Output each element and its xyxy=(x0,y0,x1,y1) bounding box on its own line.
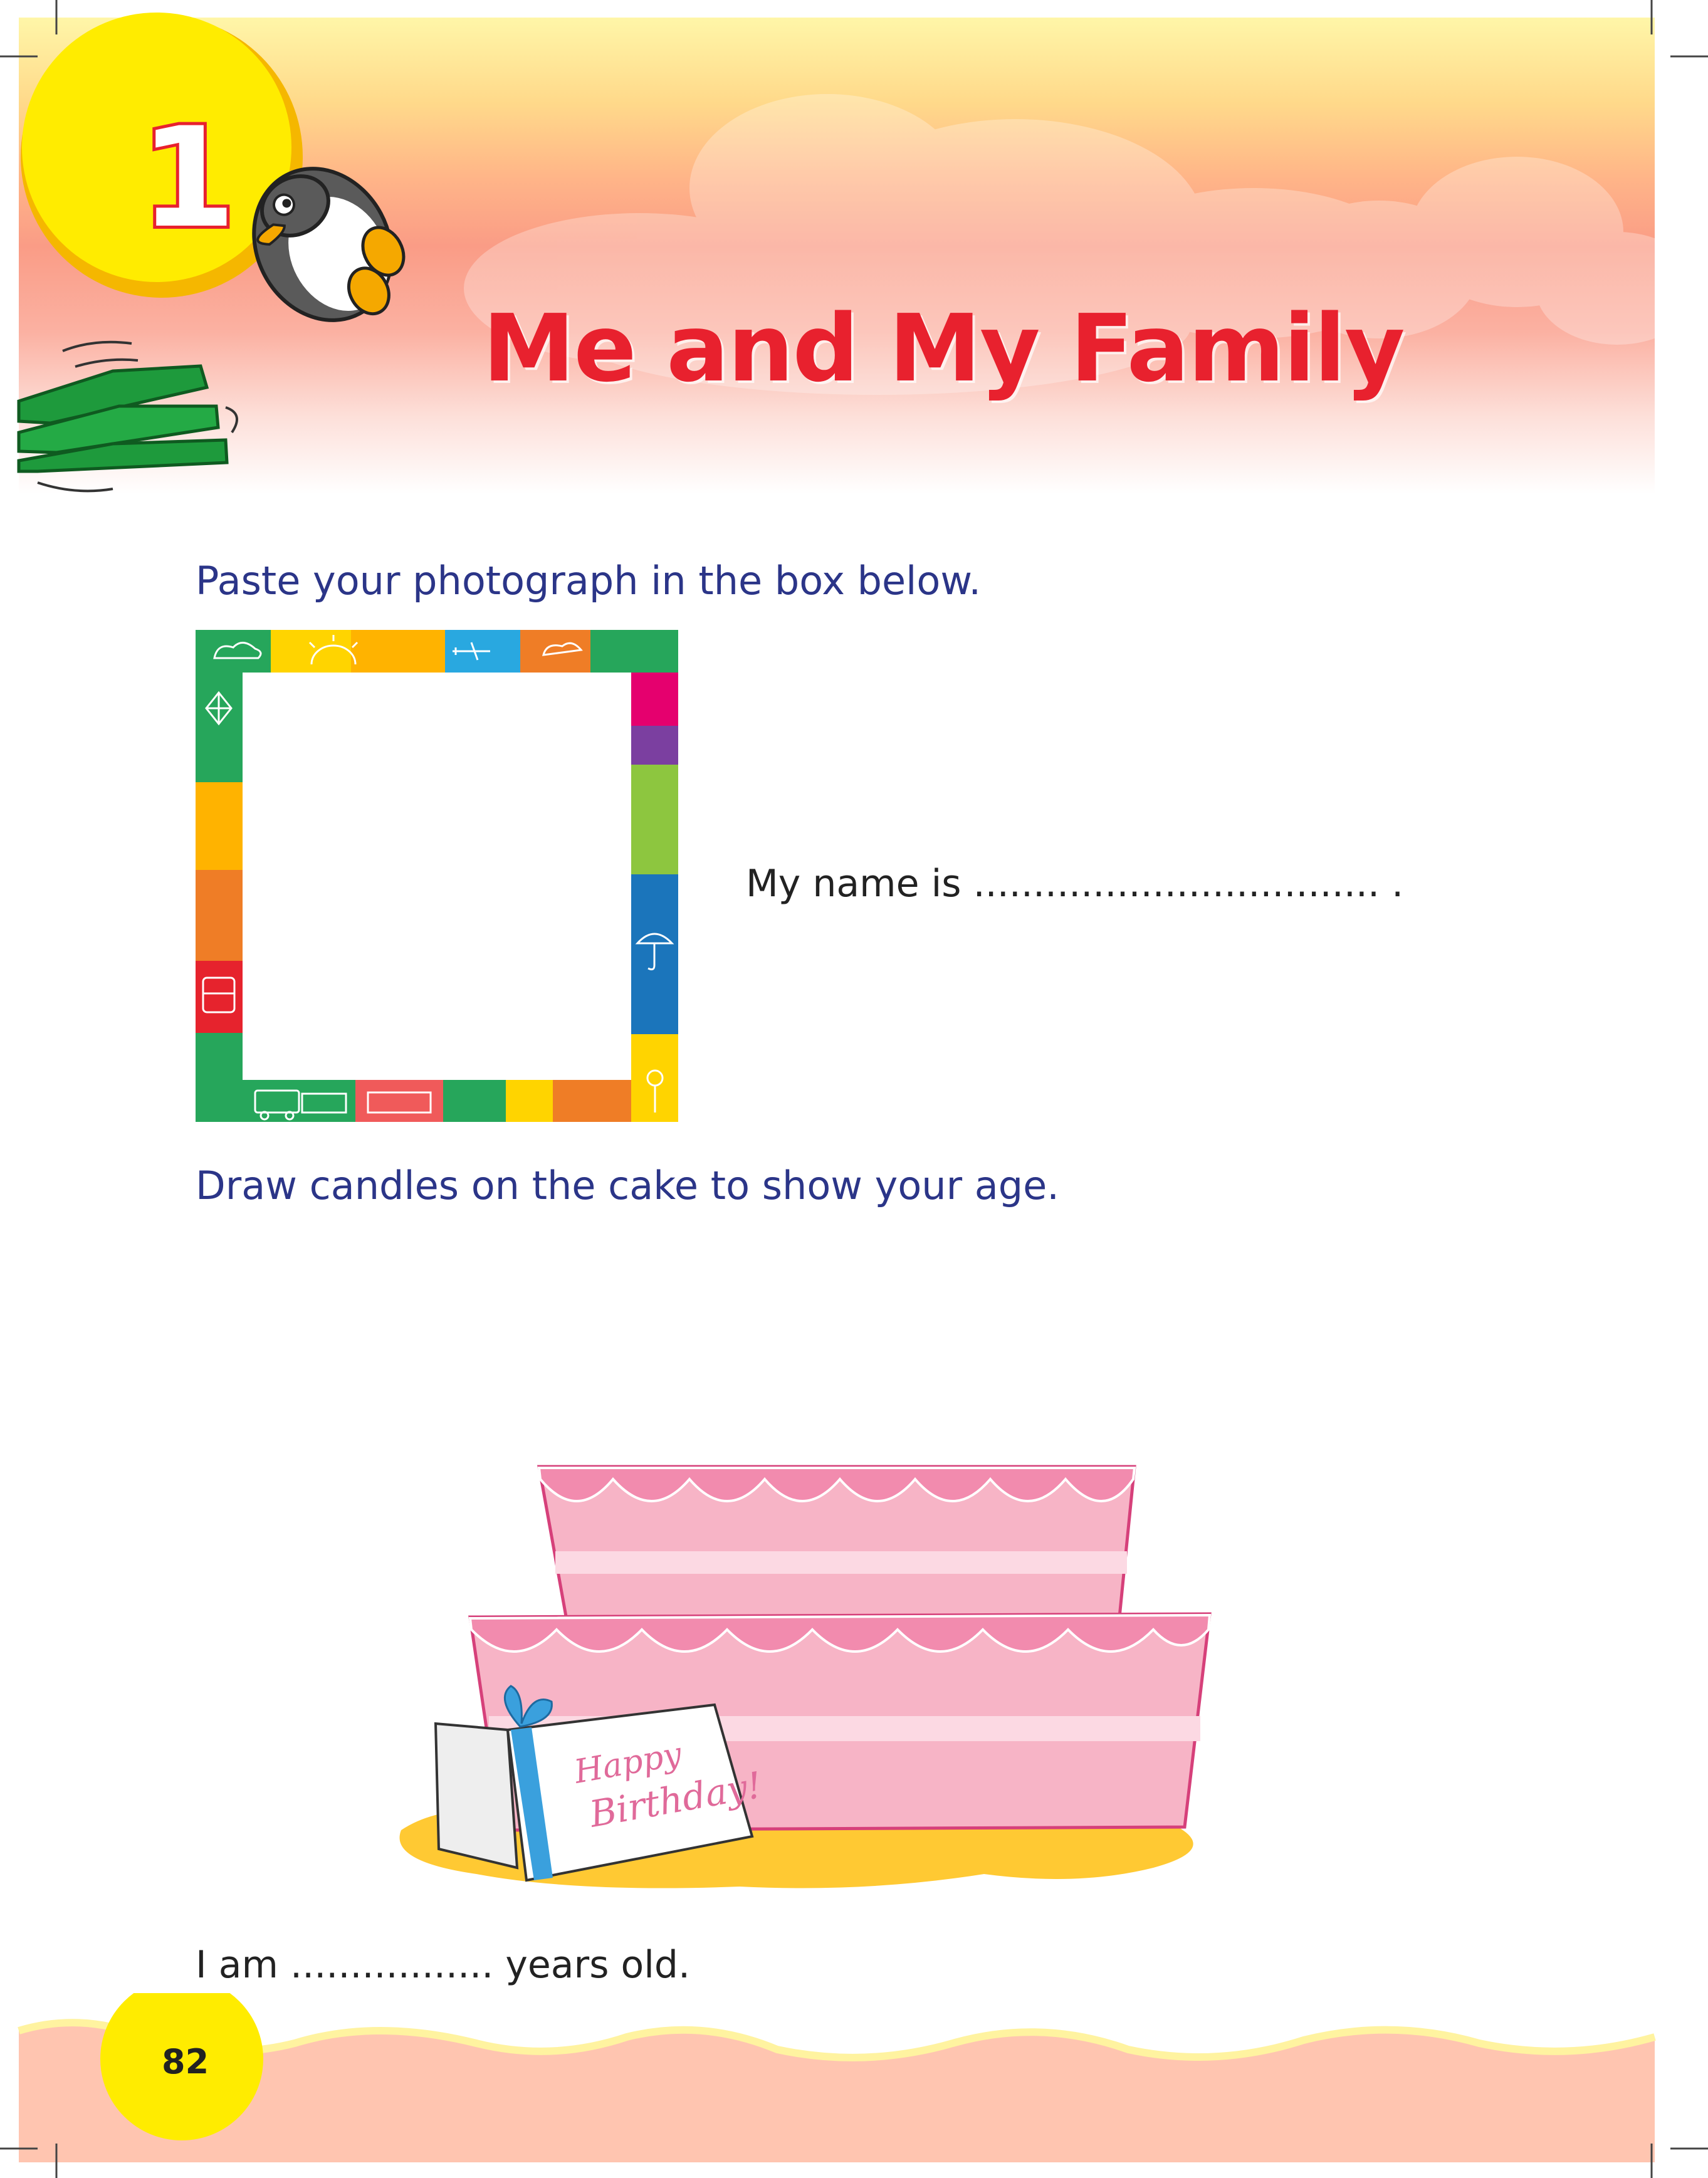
candles-instruction: Draw candles on the cake to show your ag… xyxy=(196,1163,1059,1208)
frame-border xyxy=(196,630,678,1122)
page-number: 82 xyxy=(162,2042,209,2081)
chapter-number: 1 xyxy=(140,98,236,258)
photo-frame xyxy=(196,630,678,1122)
footer-wave xyxy=(0,1993,1708,2178)
photo-instruction: Paste your photograph in the box below. xyxy=(196,558,982,604)
birthday-cake[interactable]: Happy Birthday! xyxy=(389,1454,1254,1905)
name-fill-in[interactable]: My name is .............................… xyxy=(746,862,1403,906)
books-icon xyxy=(17,340,238,493)
header-art: 1 xyxy=(0,0,1708,493)
cake-top-tier xyxy=(537,1465,1136,1625)
chapter-title: Me and My Family xyxy=(483,295,1405,402)
age-fill-in[interactable]: I am ................. years old. xyxy=(196,1943,690,1987)
